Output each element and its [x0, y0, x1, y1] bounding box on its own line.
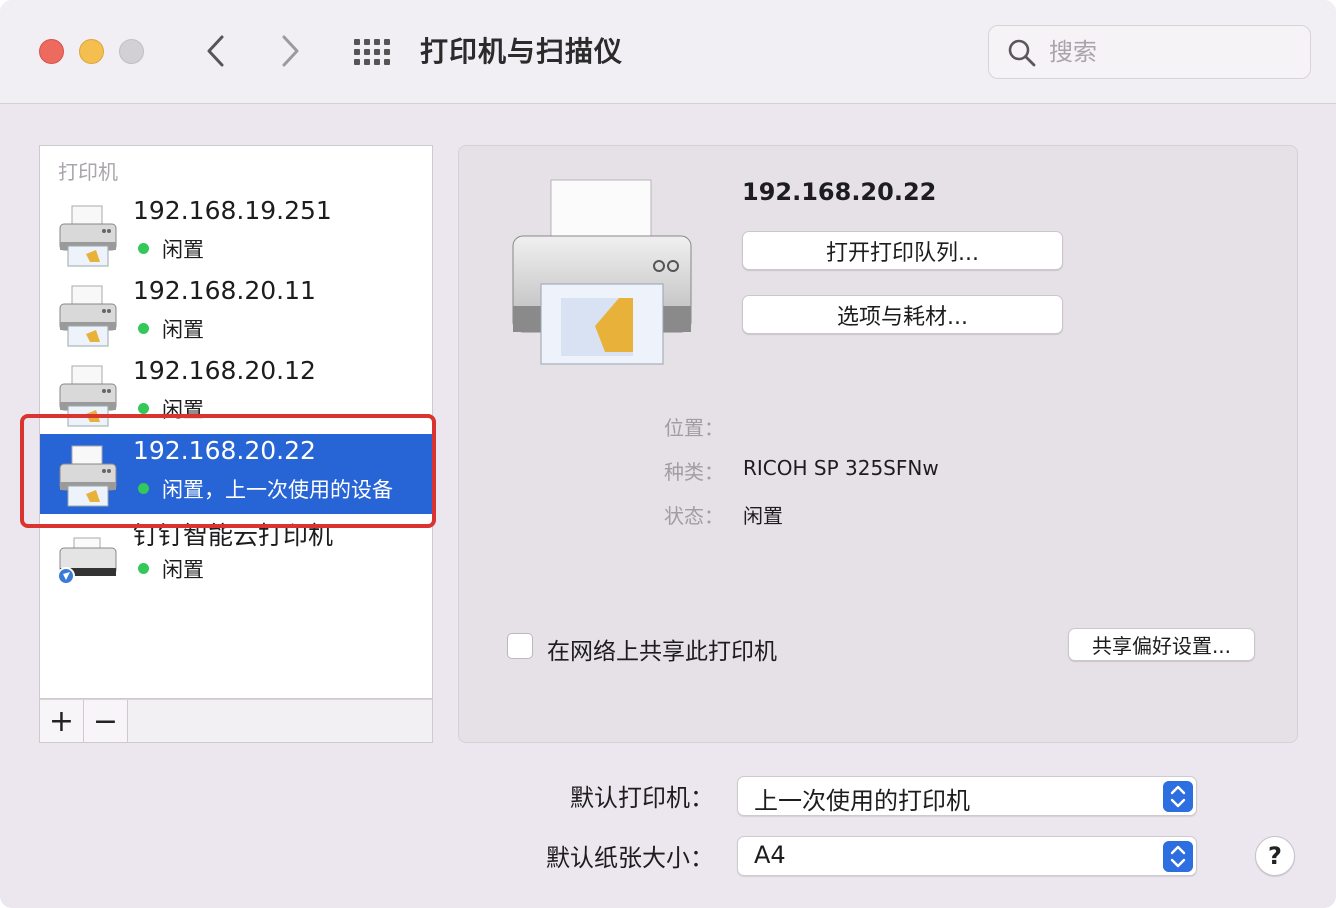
printer-list-item-selected[interactable]: 192.168.20.22 闲置，上一次使用的设备 [40, 434, 432, 514]
zoom-window-button[interactable] [119, 39, 144, 64]
kind-label: 种类： [664, 460, 724, 484]
status-dot [138, 243, 149, 254]
default-paper-size-select[interactable]: A4 [737, 836, 1197, 876]
default-printer-value: 上一次使用的打印机 [754, 787, 970, 815]
printer-list-item[interactable]: 192.168.20.12 闲置 [40, 354, 432, 434]
printer-name: 192.168.20.11 [133, 276, 316, 305]
printer-list-header: 打印机 [58, 160, 118, 184]
printers-scanners-window: 打印机与扫描仪 打印机 192.168.19.251 闲置 [0, 0, 1336, 908]
printer-name: 192.168.20.22 [133, 436, 316, 465]
status-dot [138, 563, 149, 574]
default-printer-select[interactable]: 上一次使用的打印机 [737, 776, 1197, 816]
printer-list-item[interactable]: 192.168.19.251 闲置 [40, 194, 432, 274]
cloud-printer-icon [57, 537, 117, 585]
up-down-chevron-icon [1163, 841, 1193, 872]
forward-button[interactable] [272, 30, 308, 72]
minimize-window-button[interactable] [79, 39, 104, 64]
window-title: 打印机与扫描仪 [420, 35, 624, 68]
default-printer-label: 默认打印机： [570, 784, 714, 812]
default-paper-size-label: 默认纸张大小： [546, 844, 714, 872]
status-value: 闲置 [743, 504, 783, 528]
kind-value: RICOH SP 325SFNw [743, 456, 939, 480]
location-label: 位置： [664, 416, 724, 440]
add-printer-button[interactable]: + [40, 700, 84, 742]
search-field[interactable] [988, 25, 1311, 79]
printer-list-toolbar: + − [39, 699, 433, 743]
title-bar: 打印机与扫描仪 [0, 0, 1336, 104]
printer-list: 打印机 192.168.19.251 闲置 192.168.20.11 闲置 1… [39, 145, 433, 699]
printer-name: 192.168.19.251 [133, 196, 332, 225]
remove-printer-button[interactable]: − [84, 700, 128, 742]
printer-list-item[interactable]: 钉钉智能云打印机 闲置 [40, 514, 432, 594]
share-printer-checkbox[interactable] [507, 633, 533, 659]
sharing-preferences-button[interactable]: 共享偏好设置... [1068, 628, 1255, 661]
show-all-button[interactable] [352, 36, 392, 68]
help-button[interactable]: ? [1255, 836, 1295, 876]
printer-icon [512, 179, 692, 365]
search-input[interactable] [1049, 34, 1289, 70]
printer-list-item[interactable]: 192.168.20.11 闲置 [40, 274, 432, 354]
printer-icon [59, 285, 117, 347]
printer-icon [59, 205, 117, 267]
status-dot [138, 403, 149, 414]
printer-icon [59, 445, 117, 507]
status-label: 状态： [664, 504, 724, 528]
default-paper-size-value: A4 [754, 841, 786, 869]
printer-status: 闲置 [162, 238, 204, 262]
printer-detail-panel: 192.168.20.22 打开打印队列... 选项与耗材... 位置： 种类：… [458, 145, 1298, 743]
search-icon [1008, 39, 1036, 67]
printer-name: 192.168.20.12 [133, 356, 316, 385]
status-dot [138, 323, 149, 334]
status-dot [138, 483, 149, 494]
share-printer-label: 在网络上共享此打印机 [547, 639, 777, 665]
printer-status: 闲置 [162, 318, 204, 342]
chevron-right-icon [282, 35, 299, 67]
printer-icon [59, 365, 117, 427]
open-print-queue-button[interactable]: 打开打印队列... [742, 231, 1063, 270]
close-window-button[interactable] [39, 39, 64, 64]
back-button[interactable] [198, 30, 234, 72]
selected-printer-name: 192.168.20.22 [742, 178, 937, 206]
chevron-left-icon [207, 35, 224, 67]
up-down-chevron-icon [1163, 781, 1193, 812]
printer-name: 钉钉智能云打印机 [133, 521, 334, 550]
printer-status: 闲置，上一次使用的设备 [162, 478, 393, 502]
printer-status: 闲置 [162, 398, 204, 422]
printer-status: 闲置 [162, 558, 204, 582]
options-supplies-button[interactable]: 选项与耗材... [742, 295, 1063, 334]
